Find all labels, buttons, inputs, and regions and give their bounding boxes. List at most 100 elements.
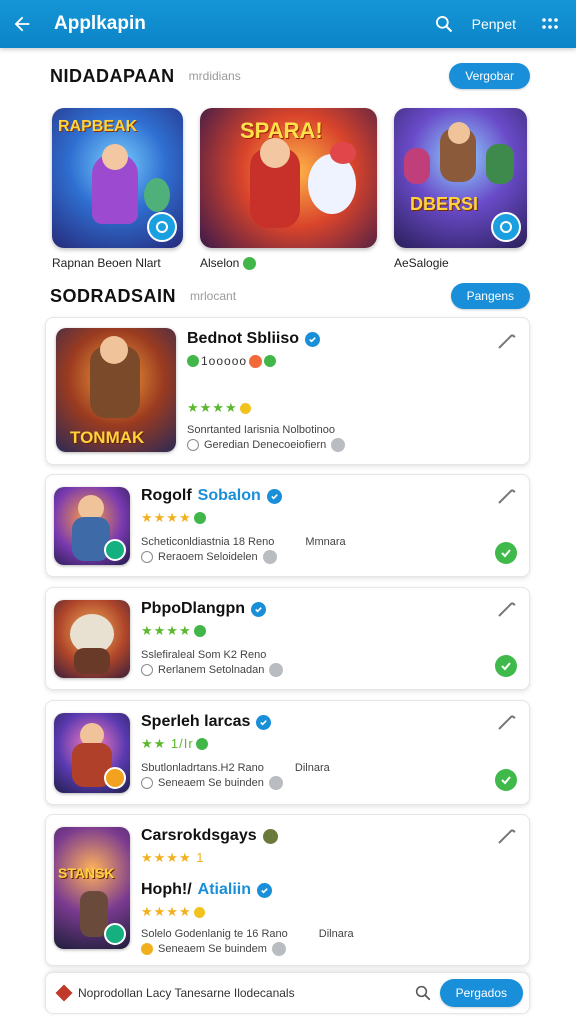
item-meta-1-text: Sslefiraleal Som K2 Reno [141,649,267,661]
item-title: PbpoDlangpn [141,600,266,618]
hero-head [448,122,470,144]
list-item[interactable]: Sperleh larcas ★★ 1/Ir Sbutlonladrtans.H… [45,700,530,805]
edit-pencil-icon[interactable] [495,711,517,733]
featured-card-2[interactable]: SPARA! [200,108,377,248]
featured-view-button[interactable]: Vergobar [449,63,530,89]
featured-label-1-text: Rapnan Beoen Nlart [52,256,161,270]
featured-label-1: Rapnan Beoen Nlart [52,256,161,270]
featured-card-1[interactable]: RAPBEAK [52,108,183,248]
item-title-text: Sperleh larcas [141,713,251,730]
creature-body [74,648,110,674]
item-meta-1-text: Solelo Godenlanig te 16 Rano [141,928,288,940]
verified-icon [243,256,257,270]
install-count-text: 1ooooo [201,354,248,368]
rating-stars: ★★ 1/Ir [141,736,208,752]
status-dot-icon [193,625,206,637]
featured-label-3: AeSalogie [394,256,449,270]
search-icon[interactable] [414,984,432,1002]
item-meta-1-text: Sbutlonladrtans.H2 Rano [141,762,264,774]
featured-heading: NIDADAPAAN [50,65,175,86]
item-meta-1-extra: Mmnara [305,536,346,548]
ally-figure [404,148,430,184]
edit-pencil-icon[interactable] [495,330,517,352]
featured-card-3[interactable]: DBERSI [394,108,527,248]
item-title-text: Bednot Sbliiso [187,330,299,347]
list-item[interactable]: Rogolf Sobalon ★★★★ Scheticonldiastnia 1… [45,474,530,577]
rating-text: ★★★★ 1 [141,850,205,865]
featured-art-2: SPARA! [200,108,377,248]
status-dot-icon [187,355,199,367]
coin-icon [193,906,205,918]
thumb-text: STANSK [58,865,115,881]
rating-text: ★★★★ [187,400,238,415]
installed-check-icon[interactable] [495,769,517,791]
list-item[interactable]: PbpoDlangpn ★★★★ Sslefiraleal Som K2 Ren… [45,587,530,690]
item-meta-2-text: Seneaem Se buinden [158,777,264,789]
search-icon [435,16,452,33]
more-menu-button[interactable] [530,0,570,48]
info-icon [262,550,277,564]
app-bar: Applkapin Penpet [0,0,576,48]
item-meta-2: Seneaem Se buindem [141,942,286,956]
featured-art-3-text: DBERSI [410,194,479,214]
rating-text: ★★★★ [141,623,192,638]
list-view-button[interactable]: Pangens [450,283,530,309]
list-item[interactable]: TONMAK Bednot Sbliiso 1ooooo ★★★★ Sonrta… [45,317,530,465]
creature-figure [144,178,170,212]
rating-stars: ★★★★ [187,400,251,416]
item-meta-1-extra: Dilnara [294,762,330,774]
item-meta-2-text: Rerlanem Setolnadan [158,664,265,676]
list-header: SODRADSAIN mrlocant Pangens [50,282,530,310]
installed-check-icon[interactable] [495,542,517,564]
rating-stars: ★★★★ 1 [141,850,204,866]
list-item[interactable]: STANSK Carsrokdsgays ★★★★ 1 Hoph!/ Atial… [45,814,530,966]
verified-icon [266,488,282,504]
app-thumbnail [54,487,130,565]
info-icon [269,663,284,677]
featured-subheading: mrdidians [188,69,241,83]
item-title-text: Rogolf [141,487,192,504]
edit-pencil-icon[interactable] [495,825,517,847]
clock-icon [141,777,153,789]
verified-icon [305,331,320,347]
verified-icon [250,601,266,617]
item-meta-1: Scheticonldiastnia 18 Reno Mmnara [141,536,346,548]
item-meta-2: Rerlanem Setolnadan [141,663,284,677]
coin-icon [141,943,153,955]
info-icon [268,776,283,790]
status-dot-icon [264,355,277,367]
bottom-bar-button[interactable]: Pergados [439,979,523,1007]
item-subtitle-text: Hoph!/ [141,881,192,898]
badge-icon [491,212,521,242]
arrow-left-icon [14,16,30,32]
badge-icon [104,923,126,945]
verified-icon [257,882,272,898]
appbar-action-link[interactable]: Penpet [472,16,516,32]
app-thumbnail [54,600,130,678]
app-thumbnail: STANSK [54,827,130,949]
ally-figure [486,144,514,184]
location-pin-icon [55,984,73,1002]
search-button[interactable] [424,0,464,48]
clock-icon [141,551,153,563]
item-title: Sperleh larcas [141,713,272,731]
bottom-bar-text[interactable]: Noprodollan Lacy Tanesarne Ilodecanals [78,986,414,1000]
edit-pencil-icon[interactable] [495,485,517,507]
hero-head [102,144,128,170]
item-meta-2: Seneaem Se buinden [141,776,283,790]
item-title: Bednot Sbliiso [187,330,320,348]
emoji-icon [249,354,263,368]
thumb-text: TONMAK [70,428,145,447]
edit-pencil-icon[interactable] [495,598,517,620]
list-heading: SODRADSAIN [50,285,177,306]
item-title-text: Carsrokdsgays [141,827,257,844]
hero-head [260,138,290,168]
item-title: Carsrokdsgays [141,827,278,845]
app-thumbnail [54,713,130,793]
item-meta-2-text: Seneaem Se buindem [158,943,267,955]
back-button[interactable] [0,0,44,48]
item-meta-1: Sbutlonladrtans.H2 Rano Dilnara [141,762,330,774]
info-icon [271,942,286,956]
installed-check-icon[interactable] [495,655,517,677]
badge-icon [104,767,126,789]
